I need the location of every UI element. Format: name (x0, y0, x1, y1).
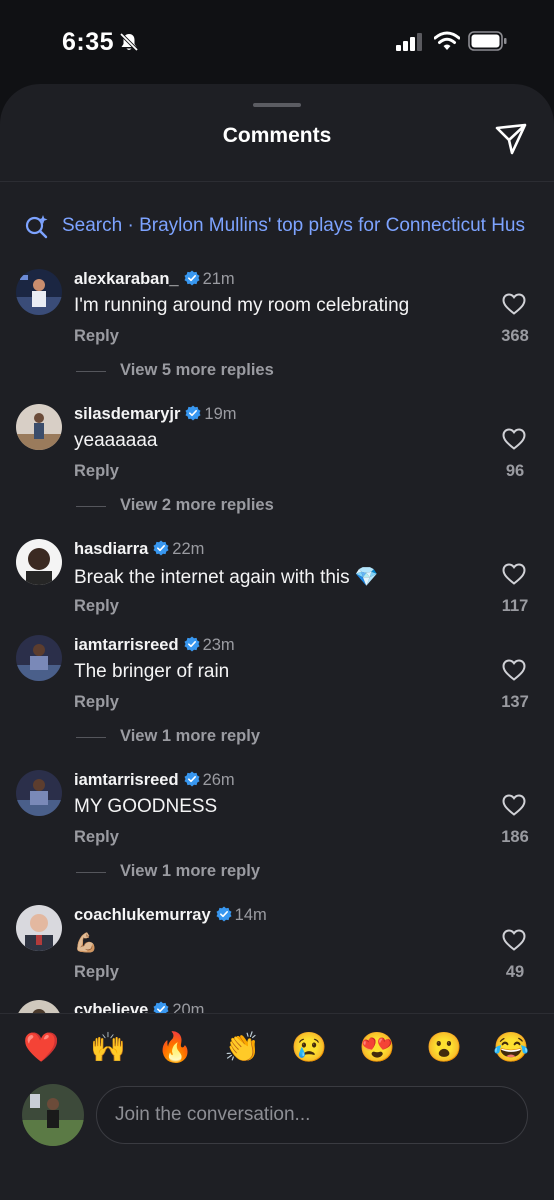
replies-divider-line (76, 506, 106, 507)
comment-time: 23m (202, 636, 235, 654)
heart-icon[interactable] (502, 293, 526, 315)
view-more-replies-label: View 1 more reply (120, 727, 261, 745)
heart-icon[interactable] (502, 428, 526, 450)
comment-text: The bringer of rain (74, 661, 230, 682)
avatar[interactable] (16, 404, 62, 450)
composer-bar: ❤️ 🙌 🔥 👏 😢 😍 😮 😂 (0, 1013, 554, 1200)
like-count: 186 (501, 828, 529, 846)
avatar[interactable] (16, 905, 62, 951)
verified-badge-icon (184, 771, 200, 787)
like-count: 117 (501, 597, 529, 615)
heart-icon[interactable] (502, 563, 526, 585)
replies-divider-line (76, 872, 106, 873)
reply-button[interactable]: Reply (74, 462, 119, 481)
avatar[interactable] (16, 539, 62, 585)
comment-header: alexkaraban_ 21m (74, 270, 235, 289)
comment-item: silasdemaryjr 19m yeaaaaaa Reply 96 View … (0, 404, 554, 539)
comment-header: silasdemaryjr 19m (74, 405, 237, 424)
reaction-raised-hands[interactable]: 🙌 (88, 1028, 128, 1068)
comment-text: yeaaaaaa (74, 430, 158, 451)
like-count: 368 (501, 327, 529, 345)
comment-time: 21m (202, 270, 235, 288)
avatar[interactable] (16, 269, 62, 315)
reaction-heart[interactable]: ❤️ (21, 1028, 61, 1068)
comment-header: cybelieve 20m (74, 1001, 204, 1013)
comment-input[interactable] (96, 1086, 528, 1144)
comment-username[interactable]: alexkaraban_ (74, 270, 179, 288)
reaction-crying[interactable]: 😢 (289, 1028, 329, 1068)
comment-item: cybelieve 20m (0, 1000, 554, 1013)
view-more-replies-label: View 1 more reply (120, 862, 261, 880)
avatar[interactable] (16, 635, 62, 681)
comment-username[interactable]: hasdiarra (74, 540, 148, 558)
reaction-clap[interactable]: 👏 (222, 1028, 262, 1068)
reply-button[interactable]: Reply (74, 828, 119, 847)
comment-username[interactable]: silasdemaryjr (74, 405, 180, 423)
reaction-laughing[interactable]: 😂 (491, 1028, 531, 1068)
heart-icon[interactable] (502, 659, 526, 681)
verified-badge-icon (153, 1001, 169, 1013)
comment-username[interactable]: iamtarrisreed (74, 636, 179, 654)
comment-username[interactable]: cybelieve (74, 1001, 148, 1013)
status-time: 6:35 (62, 28, 115, 56)
avatar[interactable] (16, 1000, 62, 1013)
comment-username[interactable]: coachlukemurray (74, 906, 211, 924)
comment-username[interactable]: iamtarrisreed (74, 771, 179, 789)
replies-divider-line (76, 737, 106, 738)
reply-button[interactable]: Reply (74, 693, 119, 712)
comment-time: 20m (172, 1001, 205, 1013)
heart-icon[interactable] (502, 929, 526, 951)
verified-badge-icon (153, 540, 169, 556)
current-user-avatar (22, 1084, 84, 1146)
reaction-fire[interactable]: 🔥 (155, 1028, 195, 1068)
comment-header: coachlukemurray 14m (74, 906, 267, 925)
comment-list[interactable]: alexkaraban_ 21m I'm running around my ro… (0, 84, 554, 1013)
comment-text: Break the internet again with this 💎 (74, 567, 379, 588)
verified-badge-icon (185, 405, 201, 421)
bell-slash-icon (119, 32, 139, 52)
comment-item: iamtarrisreed 23m The bringer of rain Rep… (0, 635, 554, 770)
view-more-replies-label: View 5 more replies (120, 361, 274, 379)
comment-text: I'm running around my room celebrating (74, 295, 410, 316)
verified-badge-icon (184, 270, 200, 286)
comment-header: iamtarrisreed 23m (74, 636, 235, 655)
battery-icon (468, 31, 507, 51)
reply-button[interactable]: Reply (74, 327, 119, 346)
comment-text: MY GOODNESS (74, 796, 218, 817)
heart-icon[interactable] (502, 794, 526, 816)
like-count: 137 (501, 693, 529, 711)
comment-item: iamtarrisreed 26m MY GOODNESS Reply 186 V… (0, 770, 554, 905)
reply-button[interactable]: Reply (74, 963, 119, 982)
comment-time: 26m (202, 771, 235, 789)
verified-badge-icon (184, 636, 200, 652)
verified-badge-icon (216, 906, 232, 922)
status-bar: 6:35 (0, 0, 554, 84)
replies-divider-line (76, 371, 106, 372)
comment-time: 19m (204, 405, 237, 423)
comment-header: iamtarrisreed 26m (74, 771, 235, 790)
like-count: 49 (505, 963, 525, 981)
comment-text: 💪🏼 (74, 933, 98, 954)
comment-time: 14m (234, 906, 267, 924)
reply-button[interactable]: Reply (74, 597, 119, 616)
cellular-signal-icon (396, 33, 422, 51)
comment-item: coachlukemurray 14m 💪🏼 Reply 49 (0, 905, 554, 1013)
comment-header: hasdiarra 22m (74, 540, 204, 559)
comment-item: alexkaraban_ 21m I'm running around my ro… (0, 269, 554, 404)
like-count: 96 (505, 462, 525, 480)
quick-reactions: ❤️ 🙌 🔥 👏 😢 😍 😮 😂 (0, 1028, 554, 1068)
comments-sheet: Comments Search · Braylon Mullins' top p… (0, 84, 554, 1200)
avatar[interactable] (16, 770, 62, 816)
comment-time: 22m (172, 540, 205, 558)
reaction-heart-eyes[interactable]: 😍 (357, 1028, 397, 1068)
wifi-icon (434, 31, 460, 50)
reaction-wow[interactable]: 😮 (424, 1028, 464, 1068)
view-more-replies-label: View 2 more replies (120, 496, 274, 514)
